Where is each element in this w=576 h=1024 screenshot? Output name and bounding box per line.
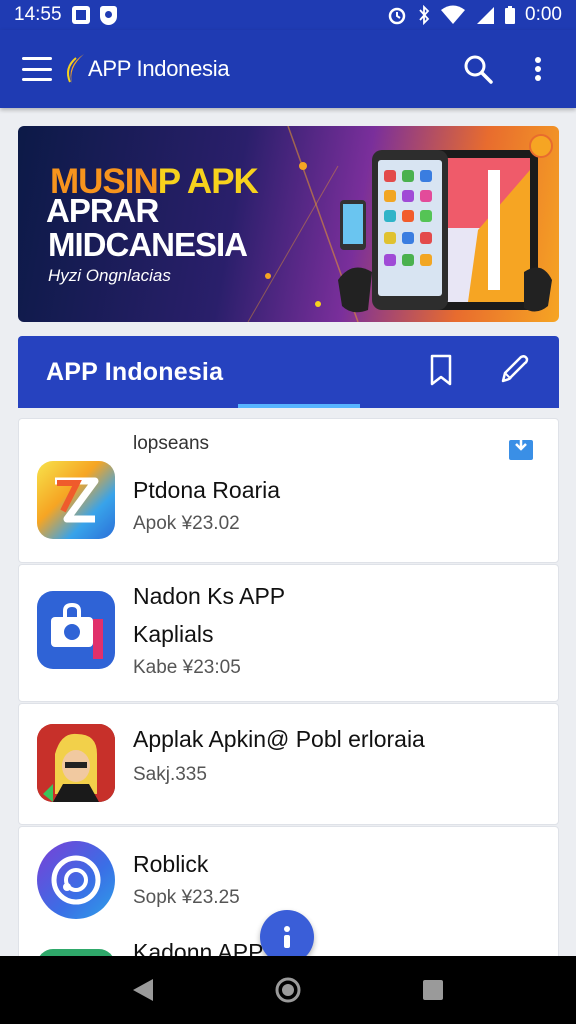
- hamburger-menu-icon[interactable]: [22, 57, 52, 81]
- download-icon[interactable]: [508, 435, 534, 461]
- app-name: Applak Apkin@ Pobl erloraia: [133, 726, 425, 752]
- status-time: 14:55: [14, 4, 62, 25]
- devices-illustration: [338, 150, 552, 313]
- app-title: APP Indonesia: [88, 56, 230, 81]
- battery-icon: [505, 6, 516, 24]
- app-meta: Kabe ¥23:05: [133, 657, 241, 678]
- list-item[interactable]: Nadon Ks APP Kaplials Kabe ¥23:05: [18, 564, 559, 702]
- app-category: Nadon Ks APP: [133, 583, 286, 609]
- signal-icon: [477, 7, 495, 24]
- alarm-icon: [388, 7, 406, 25]
- bluetooth-icon: [419, 5, 430, 25]
- promo-banner[interactable]: MUSINP APK APRAR MIDCANESIA Hyzi Ongnlac…: [18, 126, 559, 322]
- back-icon[interactable]: [123, 970, 163, 1010]
- list-item[interactable]: lopseans Ptdona Roaria Apok ¥23.02: [18, 418, 559, 563]
- notification-icon: [71, 6, 90, 24]
- banner-tagline: Hyzi Ongnlacias: [48, 266, 171, 285]
- app-meta: Apok ¥23.02: [133, 513, 240, 534]
- status-clock: 0:00: [525, 4, 562, 25]
- info-icon: [284, 926, 290, 948]
- app-icon: [37, 724, 115, 802]
- bookmark-icon[interactable]: [429, 353, 453, 392]
- recents-icon[interactable]: [413, 970, 453, 1010]
- banner-subheadline: APRAR: [46, 192, 159, 229]
- system-nav-bar: [0, 956, 576, 1024]
- app-bar: APP Indonesia: [0, 30, 576, 108]
- app-category: lopseans: [133, 433, 210, 454]
- status-bar: 14:55 0:00: [0, 0, 576, 30]
- app-meta: Sakj.335: [133, 764, 207, 785]
- section-title: APP Indonesia: [46, 357, 224, 386]
- app-meta: Sopk ¥23.25: [133, 887, 240, 908]
- badge-icon: [529, 134, 553, 158]
- app-name: Kaplials: [133, 621, 214, 647]
- app-icon: [37, 841, 115, 919]
- section-header: APP Indonesia: [18, 336, 559, 408]
- tab-indicator: [238, 404, 360, 408]
- search-icon[interactable]: [462, 53, 494, 85]
- app-icon: [37, 461, 115, 539]
- app-logo: [67, 54, 84, 84]
- shield-icon: [99, 5, 117, 25]
- home-icon[interactable]: [268, 970, 308, 1010]
- app-icon: [37, 591, 115, 669]
- list-item[interactable]: Applak Apkin@ Pobl erloraia Sakj.335: [18, 703, 559, 825]
- more-vertical-icon[interactable]: [522, 53, 554, 85]
- banner-subheadline-2: MIDCANESIA: [48, 226, 248, 263]
- screen: 14:55 0:00 APP Indonesia MUSINP APK APRA…: [0, 0, 576, 1024]
- app-name: Roblick: [133, 851, 209, 877]
- app-name: Ptdona Roaria: [133, 477, 281, 503]
- pen-icon[interactable]: [497, 353, 531, 392]
- wifi-icon: [441, 5, 466, 24]
